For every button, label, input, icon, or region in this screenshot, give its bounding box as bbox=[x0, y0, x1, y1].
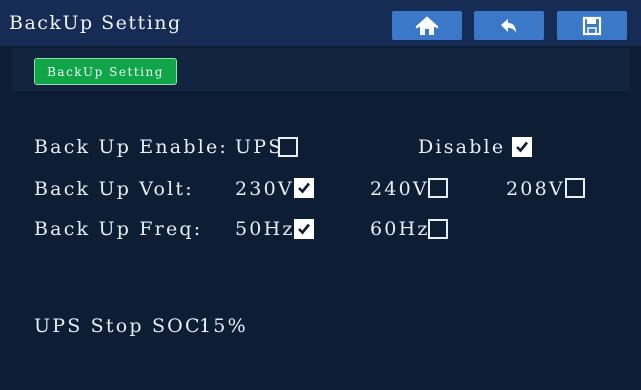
checkmark-icon bbox=[298, 182, 311, 194]
volt-230v-checkbox[interactable] bbox=[294, 178, 314, 198]
checkmark-icon bbox=[298, 223, 311, 235]
option-230v-label: 230V bbox=[235, 178, 294, 200]
home-button[interactable] bbox=[392, 11, 462, 40]
volt-240v-checkbox[interactable] bbox=[428, 178, 448, 198]
freq-50hz-checkbox[interactable] bbox=[294, 219, 314, 239]
ups-stop-soc-label: UPS Stop SOC: bbox=[34, 315, 211, 337]
option-240v-label: 240V bbox=[370, 178, 429, 200]
tab-backup-setting[interactable]: BackUp Setting bbox=[34, 58, 177, 85]
backup-volt-label: Back Up Volt: bbox=[34, 178, 194, 200]
option-ups-label: UPS bbox=[235, 136, 284, 158]
page-title: BackUp Setting bbox=[9, 12, 182, 34]
save-icon bbox=[582, 16, 602, 35]
ups-checkbox[interactable] bbox=[278, 137, 298, 157]
back-arrow-icon bbox=[501, 18, 516, 33]
save-button[interactable] bbox=[557, 11, 627, 40]
checkmark-icon bbox=[516, 141, 529, 153]
option-50hz-label: 50Hz bbox=[235, 218, 295, 240]
ups-stop-soc-value[interactable]: 15% bbox=[199, 315, 248, 337]
disable-checkbox[interactable] bbox=[512, 137, 532, 157]
freq-60hz-checkbox[interactable] bbox=[428, 219, 448, 239]
back-button[interactable] bbox=[474, 11, 544, 40]
option-208v-label: 208V bbox=[506, 178, 565, 200]
option-60hz-label: 60Hz bbox=[370, 218, 430, 240]
backup-enable-label: Back Up Enable: bbox=[34, 136, 229, 158]
option-disable-label: Disable bbox=[418, 136, 506, 158]
backup-freq-label: Back Up Freq: bbox=[34, 218, 203, 240]
volt-208v-checkbox[interactable] bbox=[565, 178, 585, 198]
home-icon bbox=[415, 16, 439, 35]
